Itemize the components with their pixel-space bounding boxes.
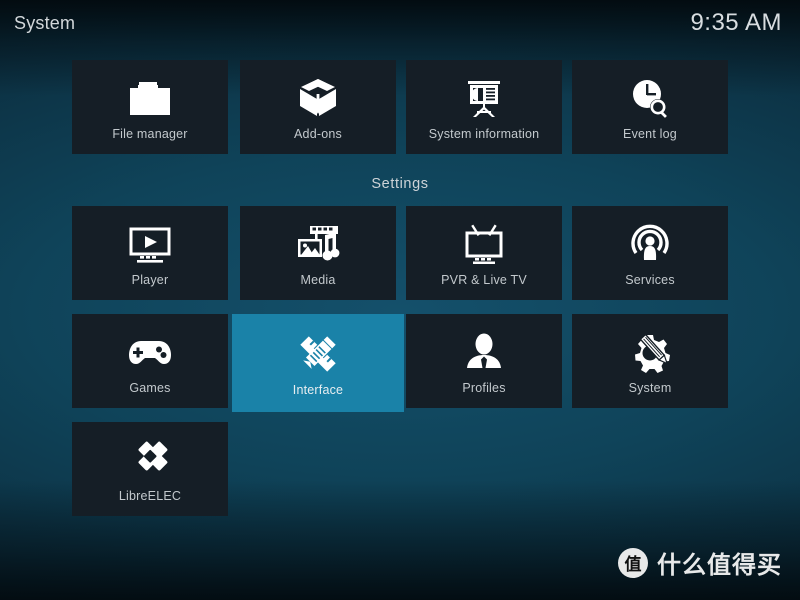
open-box-icon: [292, 73, 344, 123]
broadcast-icon: [624, 219, 676, 269]
monitor-play-icon: [124, 219, 176, 269]
tile-pvr-live-tv[interactable]: PVR & Live TV: [406, 206, 562, 300]
tile-label: File manager: [112, 127, 188, 141]
tile-services[interactable]: Services: [572, 206, 728, 300]
gear-wrench-icon: [624, 327, 676, 377]
tile-label: PVR & Live TV: [441, 273, 527, 287]
watermark: 值 什么值得买: [618, 545, 782, 580]
tile-label: System: [628, 381, 672, 395]
tile-label: Event log: [623, 127, 677, 141]
tile-label: LibreELEC: [118, 489, 182, 503]
tile-label: Media: [300, 273, 336, 287]
watermark-badge-icon: 值: [618, 547, 648, 578]
tile-label: Games: [129, 381, 171, 395]
clock-search-icon: [624, 73, 676, 123]
folder-icon: [124, 73, 176, 123]
pencil-ruler-icon: [292, 329, 344, 379]
tile-player[interactable]: Player: [72, 206, 228, 300]
tile-label: Services: [625, 273, 675, 287]
tile-games[interactable]: Games: [72, 314, 228, 408]
presentation-icon: [458, 73, 510, 123]
tile-label: Add-ons: [294, 127, 342, 141]
librelec-diamond-icon: [124, 435, 176, 485]
tile-media[interactable]: Media: [240, 206, 396, 300]
tile-event-log[interactable]: Event log: [572, 60, 728, 154]
tile-label: System information: [428, 127, 540, 141]
media-library-icon: [292, 219, 344, 269]
tile-interface[interactable]: Interface: [232, 314, 404, 412]
person-icon: [458, 327, 510, 377]
tile-file-manager[interactable]: File manager: [72, 60, 228, 154]
tile-system[interactable]: System: [572, 314, 728, 408]
tv-antenna-icon: [458, 219, 510, 269]
tile-grid: File manager Add-ons System information …: [0, 0, 800, 600]
watermark-text: 什么值得买: [657, 551, 782, 579]
tile-label: Profiles: [462, 381, 506, 395]
tile-label: Player: [131, 273, 169, 287]
tile-add-ons[interactable]: Add-ons: [240, 60, 396, 154]
tile-libreelec[interactable]: LibreELEC: [72, 422, 228, 516]
tile-system-information[interactable]: System information: [406, 60, 562, 154]
tile-profiles[interactable]: Profiles: [406, 314, 562, 408]
tile-label: Interface: [292, 383, 344, 397]
gamepad-icon: [124, 327, 176, 377]
